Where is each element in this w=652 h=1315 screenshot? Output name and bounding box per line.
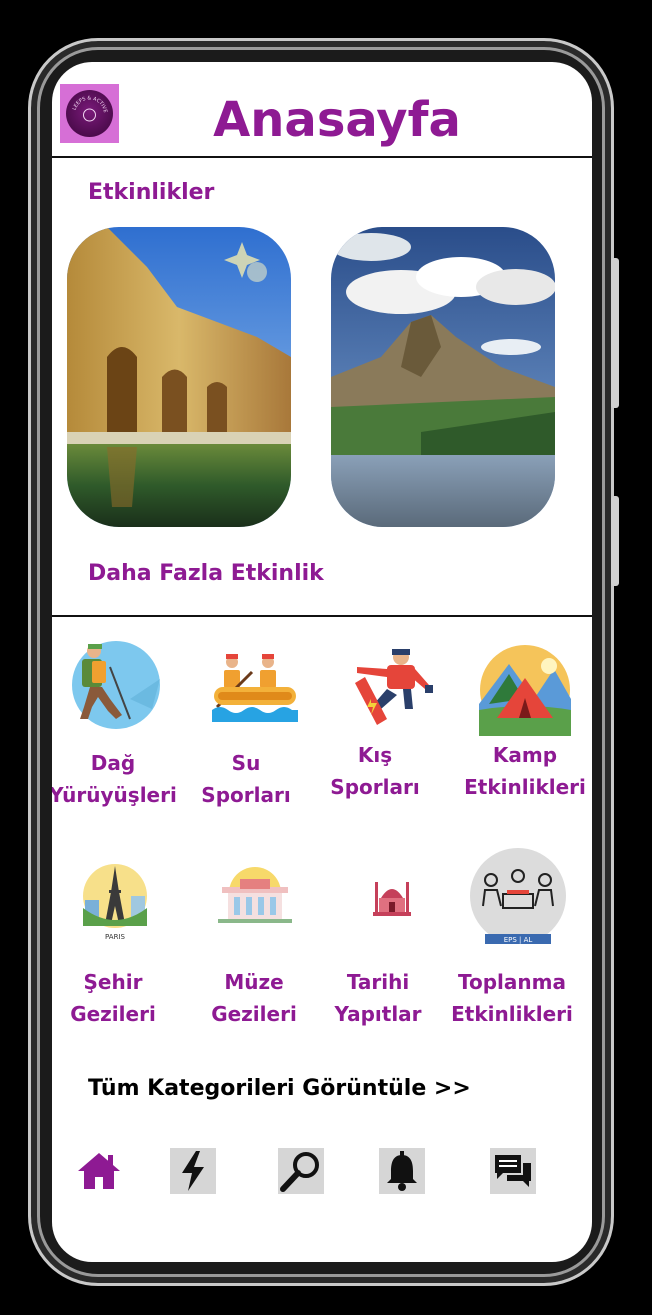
paris-caption: PARIS [105,933,125,941]
meeting-icon: EPS | AL [469,848,567,948]
category-label: Sporları [201,783,291,807]
search-icon [280,1152,319,1192]
events-section-label: Etkinlikler [88,180,215,205]
nav-home[interactable] [76,1148,122,1194]
category-muze-gezileri[interactable]: Müze Gezileri [189,966,319,1030]
canyon-lake-photo [67,227,291,527]
category-label: Yapıtlar [334,1002,422,1026]
category-label: Su [231,751,261,775]
page-title: Anasayfa [213,92,461,148]
category-sehir-gezileri[interactable]: Şehir Gezileri [52,966,178,1030]
nav-notifications[interactable] [379,1148,425,1194]
chat-icon [495,1155,531,1187]
category-toplanma-etkinlikleri[interactable]: Toplanma Etkinlikleri [447,966,577,1030]
category-label: Şehir [83,970,143,994]
rafting-icon [212,652,298,730]
lightning-icon [182,1151,204,1191]
power-button [611,496,619,586]
category-label: Yürüyüşleri [52,783,177,807]
paris-city-icon: PARIS [81,862,149,946]
app-screen: LEEPS & ACTIVE CAMPS Anasayfa Etkinlikle… [52,62,592,1262]
header-divider [52,156,592,158]
category-label: Etkinlikleri [464,775,586,799]
category-label: Dağ [90,751,136,775]
events-divider [52,615,592,617]
volume-button [611,258,619,408]
category-su-sporlari[interactable]: Su Sporları [181,747,311,811]
category-kamp-etkinlikleri[interactable]: Kamp Etkinlikleri [460,739,590,803]
home-icon [78,1153,120,1189]
mosque-icon [371,874,413,924]
category-label: Gezileri [211,1002,297,1026]
meeting-caption: EPS | AL [504,936,533,944]
event-card[interactable] [67,227,291,527]
category-kis-sporlari[interactable]: Kış Sporları [310,739,440,803]
museum-icon [216,865,294,931]
category-label: Sporları [330,775,420,799]
nav-activity[interactable] [170,1148,216,1194]
mountain-lake-photo [331,227,555,527]
more-events-link[interactable]: Daha Fazla Etkinlik [88,561,324,586]
category-label: Kamp [492,743,558,767]
event-card[interactable] [331,227,555,527]
category-label: Müze [224,970,284,994]
nav-messages[interactable] [490,1148,536,1194]
hiker-icon [70,639,160,735]
category-label: Gezileri [70,1002,156,1026]
category-label: Tarihi [346,970,410,994]
camp-tent-icon [479,644,571,740]
nav-search[interactable] [278,1148,324,1194]
category-label: Etkinlikleri [451,1002,573,1026]
category-dag-yuruyusleri[interactable]: Dağ Yürüyüşleri [52,747,178,811]
category-tarihi-yapitlar[interactable]: Tarihi Yapıtlar [313,966,443,1030]
snowboarder-icon [347,645,435,731]
view-all-categories-link[interactable]: Tüm Kategorileri Görüntüle >> [88,1076,471,1101]
bell-icon [387,1151,417,1191]
category-label: Toplanma [458,970,566,994]
category-label: Kış [357,743,393,767]
